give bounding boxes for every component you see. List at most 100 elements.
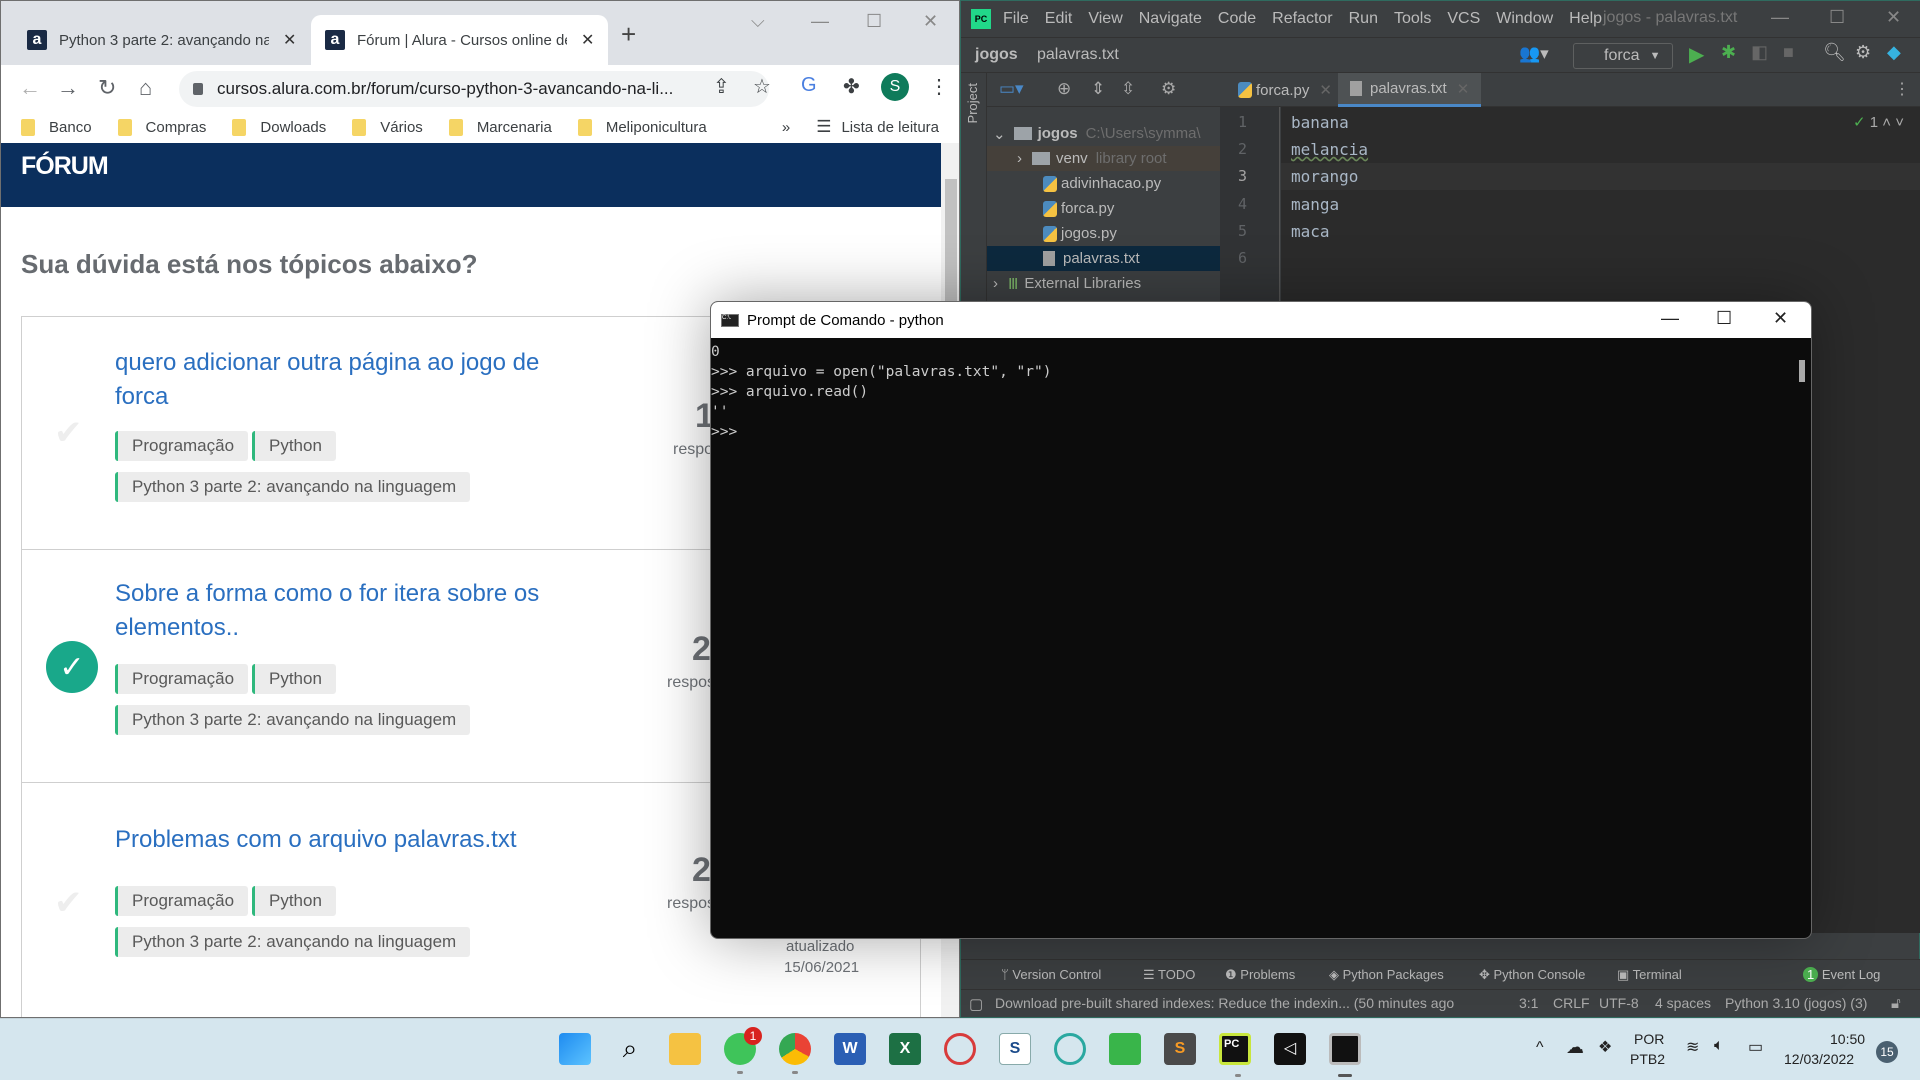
reading-list-button[interactable]: Lista de leitura — [841, 119, 939, 136]
chrome-icon[interactable] — [779, 1033, 811, 1074]
tool-python-packages[interactable]: ◈ Python Packages — [1329, 967, 1444, 983]
tree-file[interactable]: adivinhacao.py — [1043, 171, 1161, 196]
minimize-icon[interactable]: — — [1661, 308, 1679, 329]
collapse-all-icon[interactable]: ⇳ — [1121, 79, 1135, 99]
menu-run[interactable]: Run — [1349, 10, 1378, 28]
run-icon[interactable]: ▶ — [1689, 42, 1704, 67]
share-icon[interactable]: ⇪ — [713, 74, 730, 99]
address-bar[interactable]: cursos.alura.com.br/forum/curso-python-3… — [179, 71, 769, 107]
minimize-icon[interactable]: — — [811, 11, 829, 32]
course-tag[interactable]: Python 3 parte 2: avançando na linguagem — [115, 705, 471, 735]
google-translate-icon[interactable]: G — [801, 74, 817, 97]
back-icon[interactable]: ← — [19, 75, 41, 101]
close-tab-icon[interactable]: ✕ — [283, 30, 296, 50]
red-app-icon[interactable] — [944, 1033, 976, 1065]
close-window-icon[interactable]: ✕ — [1886, 7, 1901, 28]
volume-icon[interactable]: 🔈︎ — [1714, 1037, 1724, 1055]
menu-navigate[interactable]: Navigate — [1139, 10, 1202, 28]
topic-tag[interactable]: Programação — [115, 664, 249, 694]
bookmark-folder[interactable]: Meliponicultura — [577, 118, 707, 136]
whatsapp-icon[interactable]: 1 — [724, 1027, 762, 1074]
search-icon[interactable]: ⌕ — [614, 1033, 646, 1065]
vcs-user-icon[interactable]: 👥▾ — [1519, 44, 1549, 64]
topic-tag[interactable]: Python — [252, 431, 336, 461]
close-window-icon[interactable]: ✕ — [1773, 308, 1788, 329]
maximize-icon[interactable]: ☐ — [1716, 308, 1732, 329]
sublime-icon[interactable]: S — [1164, 1033, 1196, 1065]
pycharm-taskbar-icon[interactable]: PC — [1219, 1033, 1251, 1077]
close-tab-icon[interactable]: ✕ — [1319, 81, 1332, 99]
menu-help[interactable]: Help — [1569, 10, 1602, 28]
extensions-icon[interactable]: ✤ — [843, 74, 860, 99]
stop-icon[interactable]: ■ — [1783, 42, 1794, 63]
clock-date[interactable]: 12/03/2022 — [1784, 1051, 1854, 1067]
topic-tag[interactable]: Python — [252, 886, 336, 916]
bookmark-folder[interactable]: Banco — [21, 118, 92, 136]
topic-tag[interactable]: Programação — [115, 431, 249, 461]
tool-version-control[interactable]: ᛘ Version Control — [1001, 967, 1101, 982]
cmd-output[interactable]: 0 >>> arquivo = open("palavras.txt", "r"… — [711, 338, 1791, 938]
new-tab-button[interactable]: + — [621, 19, 636, 50]
home-icon[interactable]: ⌂ — [139, 75, 152, 101]
excel-icon[interactable]: X — [889, 1033, 921, 1065]
project-tool-button[interactable]: Project — [965, 83, 980, 123]
file-encoding[interactable]: UTF-8 — [1599, 995, 1639, 1011]
course-tag[interactable]: Python 3 parte 2: avançando na linguagem — [115, 472, 471, 502]
reload-icon[interactable]: ↻ — [98, 75, 116, 101]
maximize-icon[interactable]: ☐ — [866, 11, 882, 32]
menu-edit[interactable]: Edit — [1045, 10, 1073, 28]
tab-search-icon[interactable]: ⌵ — [751, 11, 765, 32]
tree-file[interactable]: jogos.py — [1043, 221, 1117, 246]
expand-all-icon[interactable]: ⇕ — [1091, 79, 1105, 99]
menu-kebab-icon[interactable]: ⋮ — [929, 74, 949, 99]
onedrive-icon[interactable]: ☁ — [1566, 1037, 1584, 1058]
bookmark-folder[interactable]: Dowloads — [232, 118, 326, 136]
search-icon[interactable]: 🔍︎ — [1823, 42, 1846, 63]
menu-code[interactable]: Code — [1218, 10, 1256, 28]
tool-terminal[interactable]: ▣ Terminal — [1617, 967, 1682, 983]
tree-venv[interactable]: › venv library root — [987, 146, 1220, 171]
start-button[interactable] — [559, 1033, 591, 1065]
tab-python-course[interactable]: a Python 3 parte 2: avançando na l ✕ — [13, 15, 310, 65]
topic-tag[interactable]: Python — [252, 664, 336, 694]
cmd-scrollbar[interactable] — [1799, 360, 1805, 382]
teal-app-icon[interactable] — [1054, 1033, 1086, 1065]
line-separator[interactable]: CRLF — [1553, 995, 1590, 1011]
forward-icon[interactable]: → — [57, 75, 79, 101]
editor-tab-forca[interactable]: forca.py ✕ — [1226, 73, 1344, 107]
tree-file-selected[interactable]: palavras.txt — [987, 246, 1220, 271]
menu-file[interactable]: File — [1003, 10, 1029, 28]
keyboard-layout[interactable]: PTB2 — [1630, 1051, 1665, 1067]
editor-tab-palavras[interactable]: palavras.txt ✕ — [1338, 73, 1482, 107]
sketchup-icon[interactable]: S — [999, 1033, 1031, 1065]
menu-vcs[interactable]: VCS — [1447, 10, 1480, 28]
input-language[interactable]: POR — [1634, 1031, 1664, 1047]
cmd-taskbar-icon[interactable] — [1329, 1033, 1361, 1077]
inspection-widget[interactable]: ✓ 1 ˄ ˅ — [1853, 113, 1904, 131]
status-toggle-icon[interactable]: ▢ — [969, 995, 983, 1013]
locate-icon[interactable]: ⊕ — [1057, 79, 1071, 99]
status-message[interactable]: Download pre-built shared indexes: Reduc… — [995, 995, 1454, 1011]
tool-event-log[interactable]: 1 Event Log — [1803, 967, 1880, 982]
bookmark-folder[interactable]: Marcenaria — [448, 118, 552, 136]
show-hidden-icons[interactable]: ^ — [1536, 1039, 1544, 1057]
tab-forum[interactable]: a Fórum | Alura - Cursos online de ✕ — [311, 15, 609, 65]
bookmark-folder[interactable]: Compras — [117, 118, 206, 136]
menu-window[interactable]: Window — [1496, 10, 1553, 28]
topic-tag[interactable]: Programação — [115, 886, 249, 916]
cmd-title-bar[interactable]: C:\. Prompt de Comando - python — ☐ ✕ — [711, 302, 1811, 338]
battery-icon[interactable]: ▭ — [1748, 1037, 1763, 1057]
green-app-icon[interactable] — [1109, 1033, 1141, 1065]
notification-count[interactable]: 15 — [1876, 1041, 1898, 1063]
indent-setting[interactable]: 4 spaces — [1655, 995, 1711, 1011]
unity-icon[interactable]: ◁ — [1274, 1033, 1306, 1065]
settings-gear-icon[interactable]: ⚙ — [1855, 42, 1871, 63]
file-explorer-icon[interactable] — [669, 1033, 701, 1065]
interpreter[interactable]: Python 3.10 (jogos) (3) — [1725, 995, 1867, 1011]
wifi-icon[interactable]: ≋ — [1686, 1037, 1699, 1057]
topic-title-link[interactable]: quero adicionar outra página ao jogo de … — [115, 346, 585, 414]
bookmark-folder[interactable]: Vários — [352, 118, 423, 136]
breadcrumb-file[interactable]: palavras.txt — [1037, 46, 1119, 64]
view-mode-icon[interactable]: ▭▾ — [999, 79, 1024, 99]
project-settings-icon[interactable]: ⚙ — [1161, 79, 1176, 99]
